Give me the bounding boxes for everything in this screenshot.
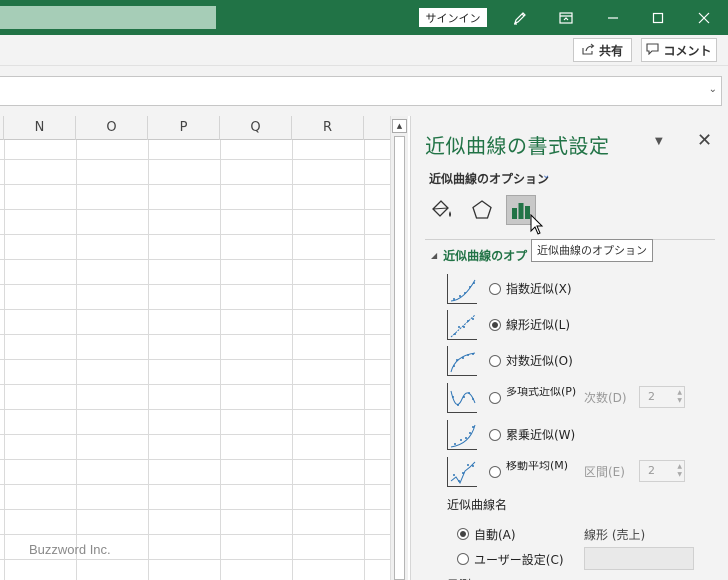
custom-name-input[interactable] bbox=[584, 547, 694, 570]
pane-subtitle[interactable]: 近似曲線のオプション bbox=[429, 170, 549, 187]
power-label: 累乗近似(W) bbox=[506, 428, 576, 442]
polynomial-label: 多項式近似(P) bbox=[506, 387, 577, 398]
title-bar: サインイン bbox=[0, 0, 728, 35]
comment-icon bbox=[646, 42, 660, 58]
column-header[interactable]: R bbox=[292, 116, 364, 140]
scrollbar-thumb[interactable] bbox=[394, 136, 405, 580]
trend-row-exponential[interactable]: 指数近似(X) bbox=[447, 274, 717, 304]
forecast-heading-partial: 予測 bbox=[447, 576, 471, 580]
column-header[interactable]: Q bbox=[220, 116, 292, 140]
collapse-triangle-icon: ◢ bbox=[431, 251, 438, 260]
pen-icon[interactable] bbox=[500, 0, 540, 35]
polynomial-order-value: 2 bbox=[648, 390, 655, 403]
minimize-icon[interactable] bbox=[593, 0, 633, 35]
tooltip: 近似曲線のオプション bbox=[531, 239, 653, 262]
exponential-label: 指数近似(X) bbox=[506, 282, 572, 296]
moving-average-period-spinner[interactable]: 2 ▲ ▼ bbox=[639, 460, 685, 482]
spinner-arrows-icon[interactable]: ▲ ▼ bbox=[677, 389, 682, 405]
ribbon-bar: 共有 コメント bbox=[0, 35, 728, 66]
name-auto-value: 線形 (売上) bbox=[584, 528, 646, 542]
power-radio[interactable] bbox=[489, 429, 501, 441]
pane-close-icon[interactable]: ✕ bbox=[697, 130, 712, 151]
exponential-radio[interactable] bbox=[489, 283, 501, 295]
format-trendline-pane: 近似曲線の書式設定 ▼ ✕ 近似曲線のオプション ⌄ ◢ 近似曲線のオプ 指数近… bbox=[410, 116, 728, 580]
polynomial-radio[interactable] bbox=[489, 392, 501, 404]
comment-button[interactable]: コメント bbox=[641, 38, 717, 62]
moving-average-label: 移動平均(M) bbox=[506, 461, 569, 472]
share-label: 共有 bbox=[598, 43, 623, 58]
linear-label: 線形近似(L) bbox=[506, 318, 571, 332]
trendline-name-heading: 近似曲線名 bbox=[447, 498, 508, 512]
name-auto-label: 自動(A) bbox=[474, 528, 516, 542]
formula-input[interactable]: ⌄ bbox=[0, 76, 722, 106]
polynomial-order-label: 次数(D) bbox=[584, 391, 627, 405]
trend-row-logarithmic[interactable]: 対数近似(O) bbox=[447, 346, 717, 376]
column-header-row: N O P Q R bbox=[0, 116, 390, 140]
power-trend-icon bbox=[447, 420, 477, 450]
close-icon[interactable] bbox=[684, 0, 724, 35]
linear-radio[interactable] bbox=[489, 319, 501, 331]
name-custom-radio[interactable] bbox=[457, 553, 469, 565]
spreadsheet-grid[interactable]: N O P Q R bbox=[0, 116, 390, 580]
section-title: 近似曲線のオプ bbox=[443, 249, 528, 263]
polynomial-trend-icon bbox=[447, 383, 477, 413]
signin-button[interactable]: サインイン bbox=[419, 8, 487, 27]
trend-row-power[interactable]: 累乗近似(W) bbox=[447, 420, 717, 450]
moving-average-period-label: 区間(E) bbox=[584, 465, 625, 479]
ribbon-display-icon[interactable] bbox=[546, 0, 586, 35]
pane-title: 近似曲線の書式設定 bbox=[425, 134, 610, 158]
trendline-options-section-header[interactable]: ◢ 近似曲線のオプ bbox=[431, 247, 527, 264]
name-custom-label: ユーザー設定(C) bbox=[474, 553, 564, 567]
pane-options-dropdown-icon[interactable]: ▼ bbox=[655, 136, 663, 147]
effects-tab-icon[interactable] bbox=[467, 195, 497, 225]
trend-row-linear[interactable]: 線形近似(L) bbox=[447, 310, 717, 340]
comment-label: コメント bbox=[663, 43, 712, 58]
column-header[interactable]: P bbox=[148, 116, 220, 140]
logarithmic-label: 対数近似(O) bbox=[506, 354, 573, 368]
moving-average-period-value: 2 bbox=[648, 464, 655, 477]
share-icon bbox=[582, 43, 595, 58]
fill-line-tab-icon[interactable] bbox=[427, 195, 457, 225]
spinner-arrows-icon[interactable]: ▲ ▼ bbox=[677, 463, 682, 479]
trend-row-moving-average[interactable]: 移動平均(M) 区間(E) 2 ▲ ▼ bbox=[447, 457, 717, 487]
vertical-scrollbar[interactable]: ▲ bbox=[390, 116, 408, 580]
title-search-box[interactable] bbox=[0, 6, 216, 29]
column-header[interactable]: O bbox=[76, 116, 148, 140]
name-auto-radio[interactable] bbox=[457, 528, 469, 540]
moving-average-trend-icon bbox=[447, 457, 477, 487]
formula-bar-area: ⌄ bbox=[0, 66, 728, 116]
logarithmic-radio[interactable] bbox=[489, 355, 501, 367]
moving-average-radio[interactable] bbox=[489, 466, 501, 478]
logarithmic-trend-icon bbox=[447, 346, 477, 376]
maximize-icon[interactable] bbox=[638, 0, 678, 35]
cell-grid-lines bbox=[0, 140, 390, 580]
chevron-down-icon[interactable]: ⌄ bbox=[542, 170, 550, 181]
trend-row-polynomial[interactable]: 多項式近似(P) 次数(D) 2 ▲ ▼ bbox=[447, 383, 717, 413]
exponential-trend-icon bbox=[447, 274, 477, 304]
linear-trend-icon bbox=[447, 310, 477, 340]
column-header[interactable]: N bbox=[4, 116, 76, 140]
share-button[interactable]: 共有 bbox=[573, 38, 632, 62]
watermark: Buzzword Inc. bbox=[29, 542, 111, 557]
polynomial-order-spinner[interactable]: 2 ▲ ▼ bbox=[639, 386, 685, 408]
scroll-up-arrow-icon[interactable]: ▲ bbox=[392, 119, 407, 133]
chevron-down-icon[interactable]: ⌄ bbox=[709, 84, 717, 95]
mouse-cursor-icon bbox=[530, 213, 544, 239]
